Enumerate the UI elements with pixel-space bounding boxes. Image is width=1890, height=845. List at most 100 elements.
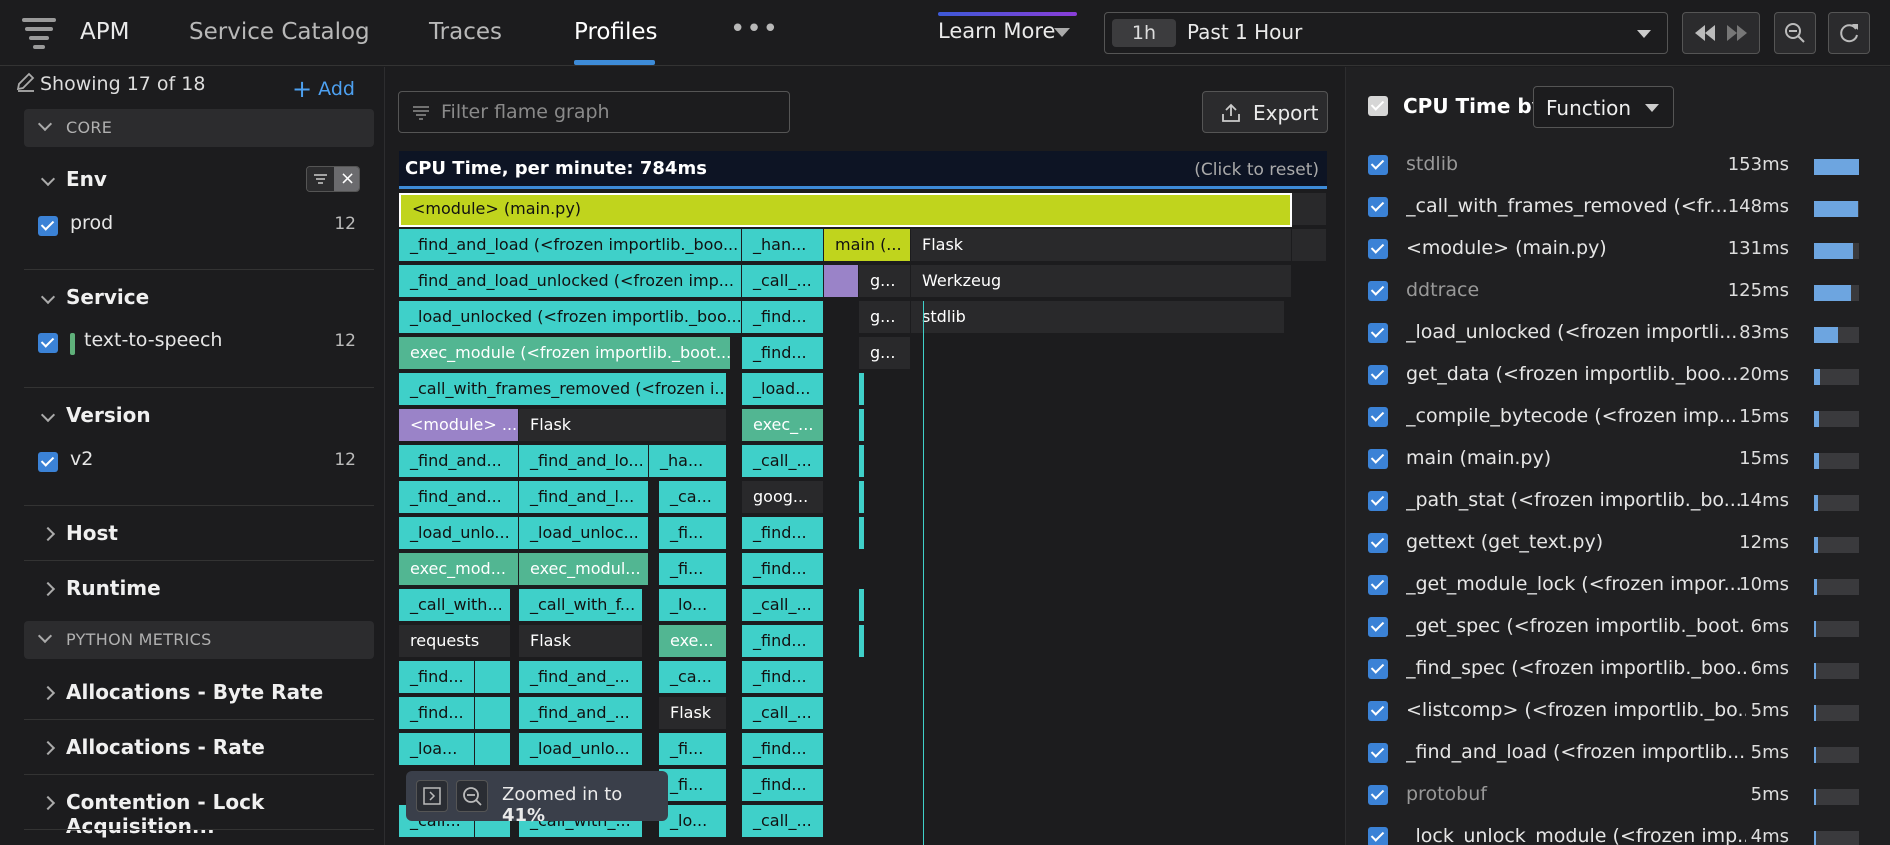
flame-frame[interactable]: _find... — [742, 553, 824, 587]
flame-frame[interactable] — [1292, 229, 1327, 263]
function-row-checkbox[interactable] — [1368, 743, 1388, 763]
flame-frame[interactable]: _find... — [742, 625, 824, 659]
flame-frame[interactable]: Flask — [911, 229, 1292, 263]
function-row[interactable]: _get_module_lock (<frozen impor... 10ms — [1346, 564, 1890, 606]
flame-frame[interactable] — [859, 481, 865, 515]
export-button[interactable]: Export — [1202, 91, 1328, 133]
group-by-select[interactable]: Function — [1533, 86, 1674, 128]
flame-frame[interactable] — [859, 589, 865, 623]
function-row-checkbox[interactable] — [1368, 575, 1388, 595]
flame-frame[interactable]: _find... — [399, 661, 475, 695]
facet-runtime-title[interactable]: Runtime — [66, 576, 161, 600]
flame-frame[interactable] — [859, 409, 865, 443]
refresh-button[interactable] — [1828, 12, 1870, 54]
facet-env-value[interactable]: prod — [70, 212, 113, 234]
flame-frame[interactable]: main (... — [824, 229, 911, 263]
flame-frame[interactable]: _find... — [742, 769, 824, 803]
flame-frame[interactable]: _fi... — [659, 733, 727, 767]
nav-profiles[interactable]: Profiles — [574, 19, 658, 45]
chevron-right-icon[interactable] — [40, 795, 56, 811]
flame-frame[interactable]: _find... — [742, 301, 824, 335]
function-row-checkbox[interactable] — [1368, 365, 1388, 385]
nav-traces[interactable]: Traces — [429, 19, 502, 45]
function-row-checkbox[interactable] — [1368, 155, 1388, 175]
flame-frame[interactable]: _find_and... — [399, 445, 519, 479]
core-section-header[interactable]: CORE — [24, 109, 374, 147]
flame-frame[interactable]: _call_with_f... — [519, 589, 643, 623]
facet-alloc-byte-title[interactable]: Allocations - Byte Rate — [66, 680, 323, 704]
flame-frame[interactable]: stdlib — [911, 301, 1285, 335]
function-row-checkbox[interactable] — [1368, 827, 1388, 845]
flame-frame[interactable]: _find_and_load (<frozen importlib._boo..… — [399, 229, 742, 263]
collapse-panel-button[interactable] — [416, 780, 448, 812]
function-row[interactable]: protobuf 5ms — [1346, 774, 1890, 816]
function-row-checkbox[interactable] — [1368, 239, 1388, 259]
flame-frame[interactable]: _find... — [742, 733, 824, 767]
flame-frame[interactable]: _find_and... — [399, 481, 519, 515]
chevron-down-icon[interactable] — [40, 289, 56, 305]
flame-frame[interactable]: <module> ... — [399, 409, 519, 443]
chevron-down-icon[interactable] — [40, 407, 56, 423]
function-row[interactable]: _get_spec (<frozen importlib._boot... 6ms — [1346, 606, 1890, 648]
function-row[interactable]: _load_unlocked (<frozen importli... 83ms — [1346, 312, 1890, 354]
function-row-checkbox[interactable] — [1368, 785, 1388, 805]
flame-frame[interactable]: _call_with... — [399, 589, 511, 623]
flame-frame[interactable]: _load... — [742, 373, 824, 407]
flame-frame[interactable]: _fi... — [659, 517, 727, 551]
python-metrics-section-header[interactable]: PYTHON METRICS — [24, 621, 374, 659]
flame-frame[interactable]: _find_and_... — [519, 661, 643, 695]
flame-frame[interactable] — [475, 661, 511, 695]
chevron-down-icon[interactable] — [1637, 30, 1651, 38]
flame-frame[interactable]: Flask — [519, 625, 643, 659]
flame-frame[interactable] — [859, 517, 865, 551]
facet-env-prod-checkbox[interactable] — [38, 216, 58, 236]
flame-frame[interactable]: _ha... — [649, 445, 727, 479]
flame-frame[interactable]: Flask — [659, 697, 727, 731]
function-row[interactable]: _compile_bytecode (<frozen imp... 15ms — [1346, 396, 1890, 438]
apm-menu-icon[interactable] — [22, 16, 60, 50]
flame-frame[interactable] — [859, 445, 865, 479]
flame-frame[interactable]: _find_and_l... — [519, 481, 649, 515]
flame-frame[interactable]: g... — [859, 265, 911, 299]
facet-service-title[interactable]: Service — [66, 285, 149, 309]
flame-frame[interactable] — [1292, 193, 1327, 227]
flame-frame[interactable]: exec_modul... — [519, 553, 649, 587]
flame-frame[interactable]: exec_... — [742, 409, 824, 443]
flame-frame[interactable]: _fi... — [659, 553, 727, 587]
function-row-checkbox[interactable] — [1368, 407, 1388, 427]
flame-frame[interactable]: goog... — [742, 481, 824, 515]
pencil-icon[interactable] — [14, 71, 36, 93]
facet-alloc-rate-title[interactable]: Allocations - Rate — [66, 735, 265, 759]
zoom-out-time-button[interactable] — [1774, 12, 1816, 54]
flame-frame[interactable]: _call_with_frames_removed (<frozen i... — [399, 373, 727, 407]
function-row[interactable]: _find_spec (<frozen importlib._boo... 6ms — [1346, 648, 1890, 690]
flame-frame[interactable]: _find_and_load_unlocked (<frozen imp... — [399, 265, 742, 299]
flame-frame[interactable]: _han... — [742, 229, 824, 263]
function-row-checkbox[interactable] — [1368, 659, 1388, 679]
function-row-checkbox[interactable] — [1368, 701, 1388, 721]
flame-frame[interactable]: _find... — [399, 697, 475, 731]
function-row[interactable]: <listcomp> (<frozen importlib._bo... 5ms — [1346, 690, 1890, 732]
flame-frame[interactable]: _call_... — [742, 589, 824, 623]
function-row-checkbox[interactable] — [1368, 491, 1388, 511]
function-row[interactable]: main (main.py) 15ms — [1346, 438, 1890, 480]
more-nav-button[interactable]: ••• — [730, 14, 779, 44]
flame-frame[interactable]: _find... — [742, 337, 824, 371]
chevron-right-icon[interactable] — [40, 740, 56, 756]
facet-service-value[interactable]: text-to-speech — [84, 329, 222, 351]
flame-frame[interactable]: Werkzeug — [911, 265, 1292, 299]
function-row-checkbox[interactable] — [1368, 197, 1388, 217]
flame-graph-header[interactable]: CPU Time, per minute: 784ms (Click to re… — [399, 151, 1327, 189]
function-row[interactable]: _find_and_load (<frozen importlib.... 5ms — [1346, 732, 1890, 774]
nav-service-catalog[interactable]: Service Catalog — [189, 19, 370, 45]
function-row[interactable]: ddtrace 125ms — [1346, 270, 1890, 312]
facet-host-title[interactable]: Host — [66, 521, 118, 545]
function-row-checkbox[interactable] — [1368, 323, 1388, 343]
function-row[interactable]: stdlib 153ms — [1346, 144, 1890, 186]
flame-frame[interactable]: _load_unlo... — [519, 733, 643, 767]
flame-frame[interactable] — [475, 697, 511, 731]
flame-frame[interactable]: _loa... — [399, 733, 475, 767]
flame-frame[interactable] — [475, 733, 511, 767]
flame-frame[interactable]: g... — [859, 337, 911, 371]
function-row-checkbox[interactable] — [1368, 449, 1388, 469]
